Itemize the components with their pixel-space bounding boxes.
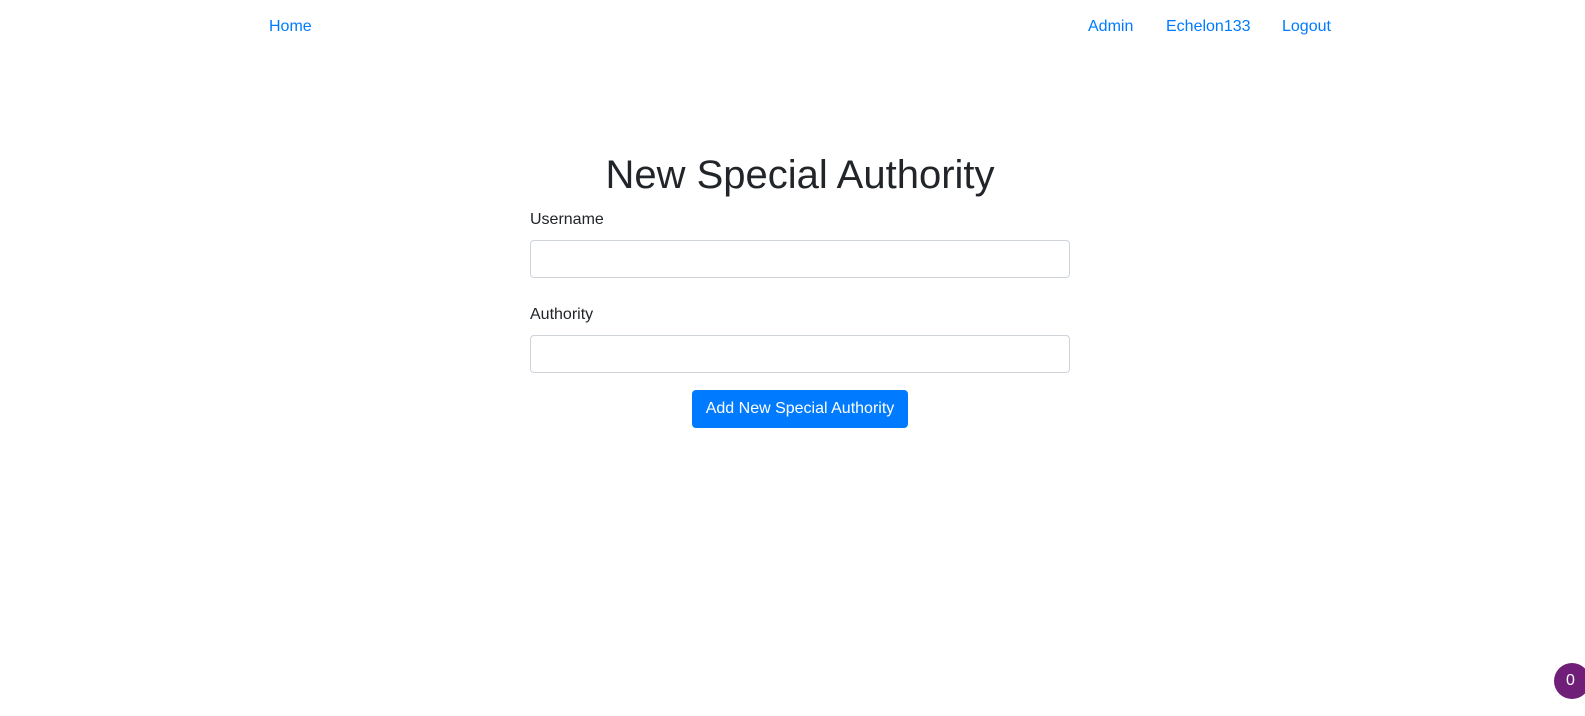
nav-home-link[interactable]: Home [269,17,312,37]
nav-admin-link[interactable]: Admin [1088,17,1133,37]
counter-badge[interactable]: 0 [1554,663,1585,699]
authority-group: Authority [530,303,1070,373]
nav-logout-link[interactable]: Logout [1282,17,1331,37]
page-title: New Special Authority [605,153,995,197]
authority-label: Authority [530,306,594,323]
username-group: Username [530,208,1070,278]
page: Home Admin Echelon133 Logout New Special… [0,0,1585,716]
add-special-authority-button[interactable]: Add New Special Authority [691,390,909,428]
submit-wrap: Add New Special Authority [530,390,1070,428]
nav-user-link[interactable]: Echelon133 [1166,17,1251,37]
new-special-authority-form: Username Authority Add New Special Autho… [530,208,1070,428]
username-label: Username [530,211,604,228]
authority-input[interactable] [530,335,1070,373]
username-input[interactable] [530,240,1070,278]
